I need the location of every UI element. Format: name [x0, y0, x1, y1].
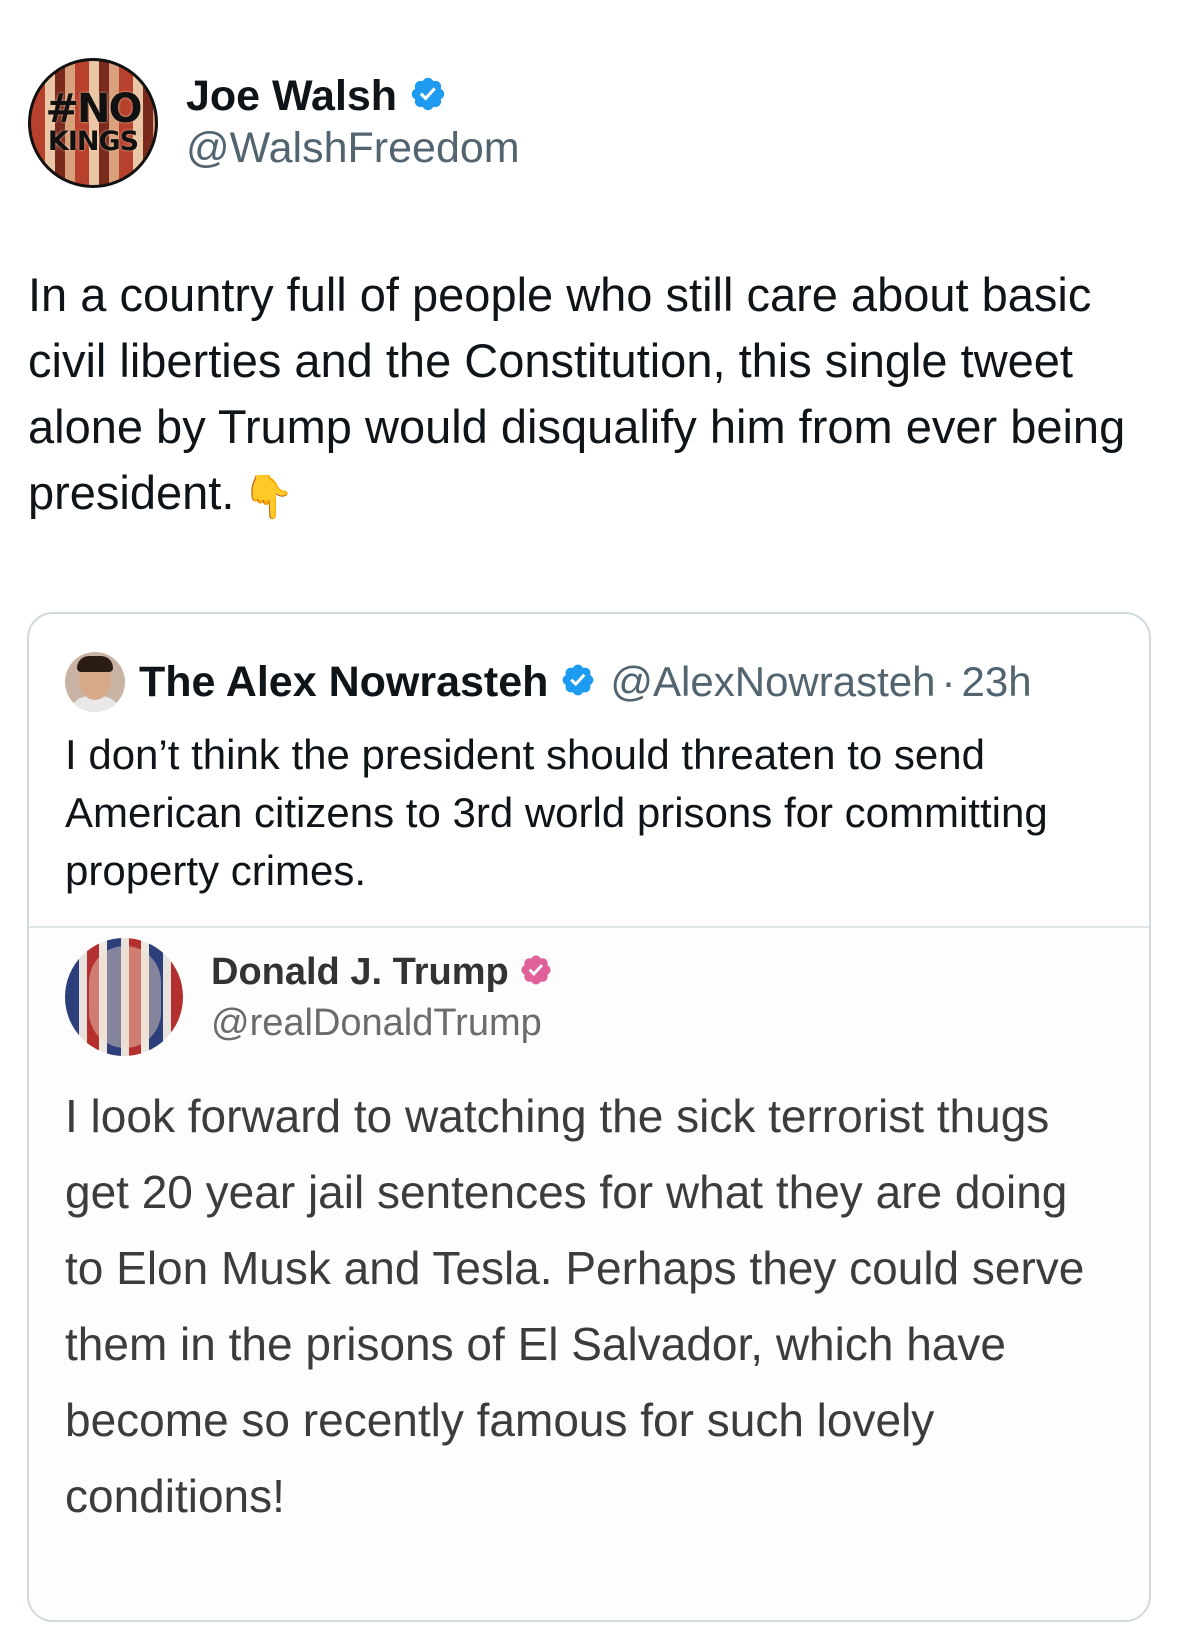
- embedded-handle: @realDonaldTrump: [211, 1002, 542, 1044]
- quoted-tweet-header: The Alex Nowrasteh @AlexNowrasteh · 23h: [65, 650, 1032, 714]
- tweet-text: In a country full of people who still ca…: [28, 262, 1158, 530]
- avatar-text-no: #NO: [45, 86, 143, 132]
- embedded-post-image[interactable]: Donald J. Trump @realDonaldTrump I look …: [29, 926, 1149, 1620]
- quoted-handle[interactable]: @AlexNowrasteh: [610, 658, 935, 706]
- verified-badge-icon: [519, 953, 553, 992]
- author-names: Joe Walsh @WalshFreedom: [186, 71, 520, 175]
- embedded-name-line: Donald J. Trump: [211, 942, 553, 1002]
- verified-badge-icon: [560, 662, 596, 703]
- tweet-author: #NO KINGS Joe Walsh @WalshFreedom: [28, 58, 520, 188]
- verified-badge-icon: [409, 75, 447, 118]
- tweet-body: In a country full of people who still ca…: [28, 268, 1126, 519]
- separator-dot: ·: [941, 658, 956, 705]
- author-handle[interactable]: @WalshFreedom: [186, 121, 520, 175]
- embedded-display-name: Donald J. Trump: [211, 950, 509, 993]
- quoted-tweet-text: I don’t think the president should threa…: [65, 731, 1048, 894]
- embedded-post-text: I look forward to watching the sick terr…: [65, 1090, 1085, 1522]
- quoted-display-name[interactable]: The Alex Nowrasteh: [139, 658, 548, 707]
- quoted-author-avatar[interactable]: [65, 652, 125, 712]
- quoted-timestamp[interactable]: 23h: [962, 658, 1032, 706]
- embedded-author-avatar: [65, 938, 183, 1056]
- author-avatar[interactable]: #NO KINGS: [28, 58, 158, 188]
- quoted-tweet-card[interactable]: The Alex Nowrasteh @AlexNowrasteh · 23h …: [27, 612, 1151, 1622]
- avatar-text-kings: KINGS: [47, 126, 139, 157]
- pointing-down-emoji-icon: 👇: [242, 472, 295, 520]
- author-display-name[interactable]: Joe Walsh: [186, 72, 397, 121]
- display-name-line: Joe Walsh: [186, 71, 520, 121]
